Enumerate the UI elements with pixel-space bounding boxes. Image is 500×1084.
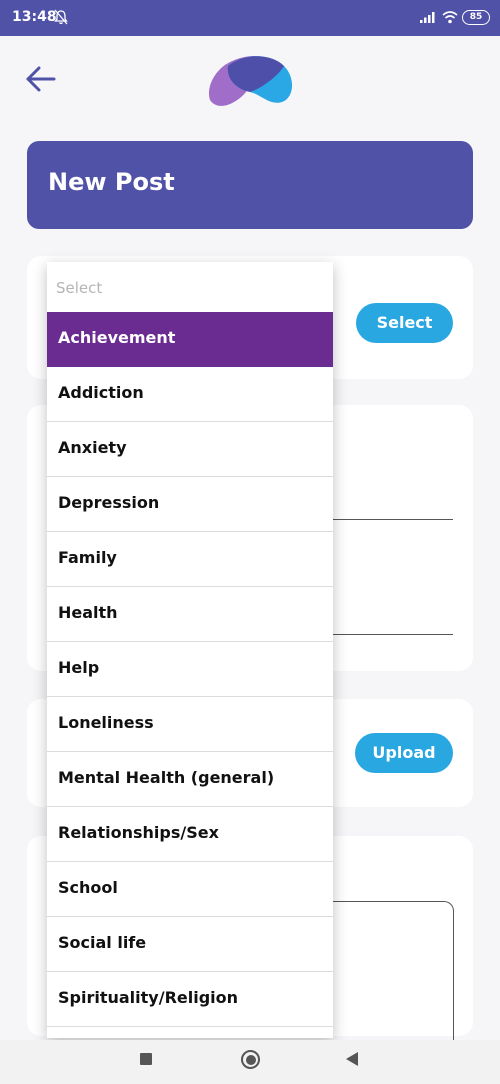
dropdown-placeholder: Select <box>56 279 103 297</box>
app-logo <box>208 56 293 106</box>
dropdown-option-relationships[interactable]: Relationships/Sex <box>47 807 333 862</box>
category-dropdown[interactable]: Select Achievement Addiction Anxiety Dep… <box>47 262 333 1038</box>
dropdown-option-mental-health[interactable]: Mental Health (general) <box>47 752 333 807</box>
dropdown-option-health[interactable]: Health <box>47 587 333 642</box>
back-triangle-icon[interactable] <box>346 1052 358 1066</box>
page-title-card: New Post <box>27 141 473 229</box>
text-field-underline[interactable] <box>330 519 453 520</box>
dropdown-option-spirituality[interactable]: Spirituality/Religion <box>47 972 333 1027</box>
recents-icon[interactable] <box>140 1053 152 1065</box>
dropdown-option-anxiety[interactable]: Anxiety <box>47 422 333 477</box>
select-button[interactable]: Select <box>356 303 453 343</box>
dropdown-option-addiction[interactable]: Addiction <box>47 367 333 422</box>
dropdown-option-depression[interactable]: Depression <box>47 477 333 532</box>
system-nav-bar <box>0 1040 500 1084</box>
status-bar: 13:48 85 <box>0 0 500 36</box>
arrow-left-icon[interactable] <box>24 62 58 96</box>
status-time: 13:48 <box>12 9 57 25</box>
dropdown-option-social-life[interactable]: Social life <box>47 917 333 972</box>
wifi-icon <box>442 11 458 24</box>
message-textarea[interactable] <box>330 901 454 1041</box>
dropdown-option-help[interactable]: Help <box>47 642 333 697</box>
bell-off-icon <box>54 9 68 25</box>
page-title: New Post <box>48 168 175 196</box>
signal-icon <box>420 12 435 23</box>
dropdown-option-school[interactable]: School <box>47 862 333 917</box>
dropdown-option-family[interactable]: Family <box>47 532 333 587</box>
text-field-underline[interactable] <box>330 634 453 635</box>
dropdown-option-loneliness[interactable]: Loneliness <box>47 697 333 752</box>
battery-indicator: 85 <box>462 10 490 25</box>
upload-button[interactable]: Upload <box>355 733 453 773</box>
dropdown-option-achievement[interactable]: Achievement <box>47 312 333 367</box>
home-icon[interactable] <box>241 1050 260 1069</box>
